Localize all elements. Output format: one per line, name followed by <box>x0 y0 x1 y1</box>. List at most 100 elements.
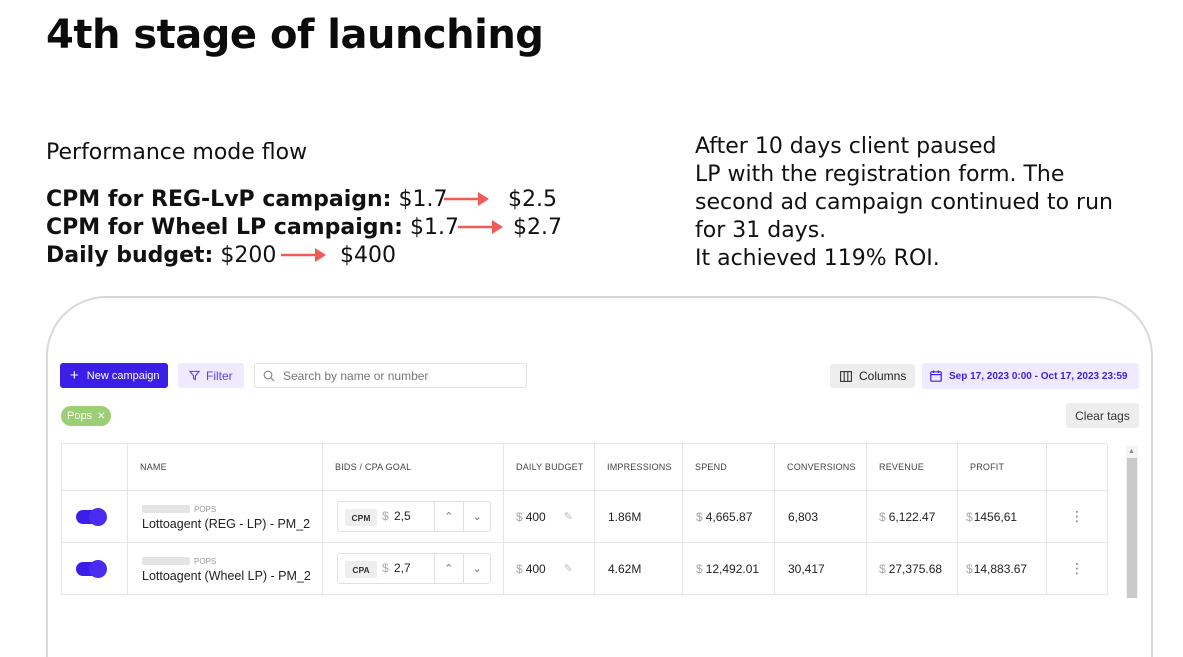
flow-line-wheel: CPM for Wheel LP campaign: $1.7 $2.7 <box>46 214 562 242</box>
search-box <box>254 363 527 388</box>
search-input[interactable] <box>283 368 513 383</box>
spend-cell: $ 12,492.01 <box>683 543 775 595</box>
daily-budget-cell[interactable]: $ 400 ✎ <box>504 543 595 595</box>
campaign-name[interactable]: Lottoagent (REG - LP) - PM_2 <box>142 517 310 531</box>
close-icon[interactable]: ✕ <box>97 411 105 422</box>
chevron-down-icon[interactable]: ⌄ <box>462 502 492 531</box>
status-toggle[interactable] <box>76 507 107 526</box>
dollar-icon: $ <box>879 509 886 524</box>
flow-heading: Performance mode flow <box>46 140 308 165</box>
plus-icon: + <box>70 367 79 384</box>
flow-to-value: $2.7 <box>513 215 562 240</box>
bid-stepper[interactable]: CPM $ 2,5 ⌃ ⌄ <box>337 501 491 532</box>
calendar-icon <box>930 370 942 382</box>
daily-budget-cell[interactable]: $ 400 ✎ <box>504 491 595 543</box>
arrow-right-icon <box>458 220 503 234</box>
flow-line-reg: CPM for REG-LvP campaign: $1.7 $2.5 <box>46 186 557 214</box>
table-row <box>62 543 128 595</box>
flow-to-value: $2.5 <box>508 187 557 212</box>
filter-button[interactable]: Filter <box>178 363 244 388</box>
header-conversions[interactable]: CONVERSIONS <box>775 444 867 491</box>
dollar-icon: $ <box>966 561 973 576</box>
edit-icon[interactable]: ✎ <box>564 562 573 575</box>
flow-label: CPM for Wheel LP campaign: <box>46 215 403 240</box>
header-daily-budget[interactable]: DAILY BUDGET <box>504 444 595 491</box>
more-options-icon[interactable]: ⋮ <box>1047 491 1108 543</box>
edit-icon[interactable]: ✎ <box>564 510 573 523</box>
dollar-icon: $ <box>516 509 523 524</box>
date-range-picker[interactable]: Sep 17, 2023 0:00 - Oct 17, 2023 23:59 <box>922 363 1139 389</box>
dollar-icon: $ <box>382 509 389 523</box>
campaign-type-tag: POPS <box>194 556 217 566</box>
profit-value: 1456,61 <box>973 509 1018 524</box>
campaign-toolbar: + New campaign Filter Columns Sep 17, 20… <box>60 363 1140 389</box>
chevron-down-icon[interactable]: ⌄ <box>462 554 492 583</box>
date-range-label: Sep 17, 2023 0:00 - Oct 17, 2023 23:59 <box>949 370 1128 382</box>
bid-type-badge: CPM <box>345 509 377 526</box>
profit-cell: $ 1456,61 <box>958 491 1047 543</box>
status-toggle[interactable] <box>76 559 107 578</box>
result-note-text: After 10 days client paused LP with the … <box>695 134 1113 271</box>
campaign-name-cell[interactable]: POPS Lottoagent (REG - LP) - PM_2 <box>128 491 323 543</box>
flow-label: CPM for REG-LvP campaign: <box>46 187 392 212</box>
revenue-cell: $ 27,375.68 <box>867 543 958 595</box>
redacted-id <box>142 557 190 565</box>
dollar-icon: $ <box>696 561 703 576</box>
header-impressions[interactable]: IMPRESSIONS <box>595 444 683 491</box>
filter-label: Filter <box>206 368 233 383</box>
dollar-icon: $ <box>516 561 523 576</box>
flow-list: CPM for REG-LvP campaign: $1.7 $2.5 CPM … <box>46 186 562 270</box>
columns-label: Columns <box>859 369 907 383</box>
columns-icon <box>840 370 852 382</box>
dollar-icon: $ <box>696 509 703 524</box>
daily-budget-value: 400 <box>525 561 546 576</box>
header-spend[interactable]: SPEND <box>683 444 775 491</box>
spend-value: 4,665.87 <box>705 509 753 524</box>
campaign-name-cell[interactable]: POPS Lottoagent (Wheel LP) - PM_2 <box>128 543 323 595</box>
flow-from-value: $1.7 <box>409 215 459 240</box>
revenue-cell: $ 6,122.47 <box>867 491 958 543</box>
bid-type-badge: CPA <box>345 561 377 578</box>
redacted-id <box>142 505 190 513</box>
table-row <box>62 491 128 543</box>
dollar-icon: $ <box>879 561 886 576</box>
spend-value: 12,492.01 <box>705 561 760 576</box>
bid-stepper[interactable]: CPA $ 2,7 ⌃ ⌄ <box>337 553 491 584</box>
dollar-icon: $ <box>382 561 389 575</box>
arrow-right-icon <box>444 192 489 206</box>
clear-tags-button[interactable]: Clear tags <box>1066 403 1139 428</box>
campaign-type-tag: POPS <box>194 504 217 514</box>
header-bids[interactable]: BIDS / CPA GOAL <box>323 444 504 491</box>
scrollbar-thumb[interactable] <box>1127 458 1137 598</box>
profit-value: 14,883.67 <box>973 561 1028 576</box>
tag-pops[interactable]: Pops ✕ <box>61 406 111 426</box>
header-revenue[interactable]: REVENUE <box>867 444 958 491</box>
impressions-cell: 4.62M <box>595 543 683 595</box>
bid-value[interactable]: 2,5 <box>394 509 411 523</box>
bid-value[interactable]: 2,7 <box>394 561 411 575</box>
header-profit[interactable]: PROFIT <box>958 444 1047 491</box>
slide-title: 4th stage of launching <box>46 12 544 58</box>
daily-budget-value: 400 <box>525 509 546 524</box>
revenue-value: 6,122.47 <box>888 509 936 524</box>
header-status <box>62 444 128 491</box>
chevron-up-icon[interactable]: ⌃ <box>435 554 463 583</box>
flow-label: Daily budget: <box>46 243 214 268</box>
conversions-cell: 30,417 <box>775 543 867 595</box>
table-scrollbar[interactable]: ▲ <box>1126 446 1138 598</box>
campaigns-table: NAME BIDS / CPA GOAL DAILY BUDGET IMPRES… <box>61 443 1108 595</box>
tag-label: Pops <box>67 410 93 422</box>
new-campaign-button[interactable]: + New campaign <box>60 363 168 388</box>
search-icon <box>263 370 275 381</box>
scroll-up-icon[interactable]: ▲ <box>1128 448 1135 455</box>
header-name[interactable]: NAME <box>128 444 323 491</box>
arrow-right-icon <box>281 248 326 262</box>
columns-button[interactable]: Columns <box>830 364 915 388</box>
chevron-up-icon[interactable]: ⌃ <box>435 502 463 531</box>
conversions-cell: 6,803 <box>775 491 867 543</box>
more-options-icon[interactable]: ⋮ <box>1047 543 1108 595</box>
dollar-icon: $ <box>966 509 973 524</box>
campaign-name[interactable]: Lottoagent (Wheel LP) - PM_2 <box>142 569 311 583</box>
profit-cell: $ 14,883.67 <box>958 543 1047 595</box>
revenue-value: 27,375.68 <box>888 561 943 576</box>
